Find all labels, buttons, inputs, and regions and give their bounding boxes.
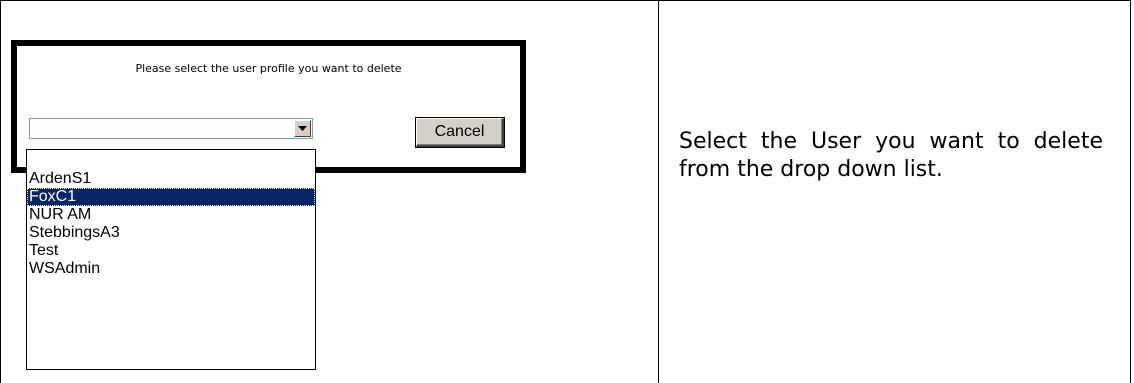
user-option[interactable]	[27, 152, 315, 170]
column-divider	[658, 0, 659, 383]
cancel-button[interactable]: Cancel	[416, 118, 504, 147]
user-option-list: ArdenS1 FoxC1 NUR AM StebbingsA3 Test WSAdmin	[27, 152, 315, 278]
user-option[interactable]: StebbingsA3	[27, 224, 315, 242]
user-select[interactable]	[29, 118, 313, 139]
user-option[interactable]: FoxC1	[27, 188, 315, 206]
user-option[interactable]: Test	[27, 242, 315, 260]
chevron-down-icon	[298, 126, 307, 131]
instruction-text: Select the User you want to delete from …	[679, 129, 1103, 182]
dropdown-toggle-button[interactable]	[294, 120, 311, 137]
user-dropdown-list: ArdenS1 FoxC1 NUR AM StebbingsA3 Test WSAdmin	[26, 149, 316, 370]
dialog-prompt: Please select the user profile you want …	[135, 62, 402, 75]
user-option[interactable]: NUR AM	[27, 206, 315, 224]
user-option[interactable]: ArdenS1	[27, 170, 315, 188]
user-option[interactable]: WSAdmin	[27, 260, 315, 278]
